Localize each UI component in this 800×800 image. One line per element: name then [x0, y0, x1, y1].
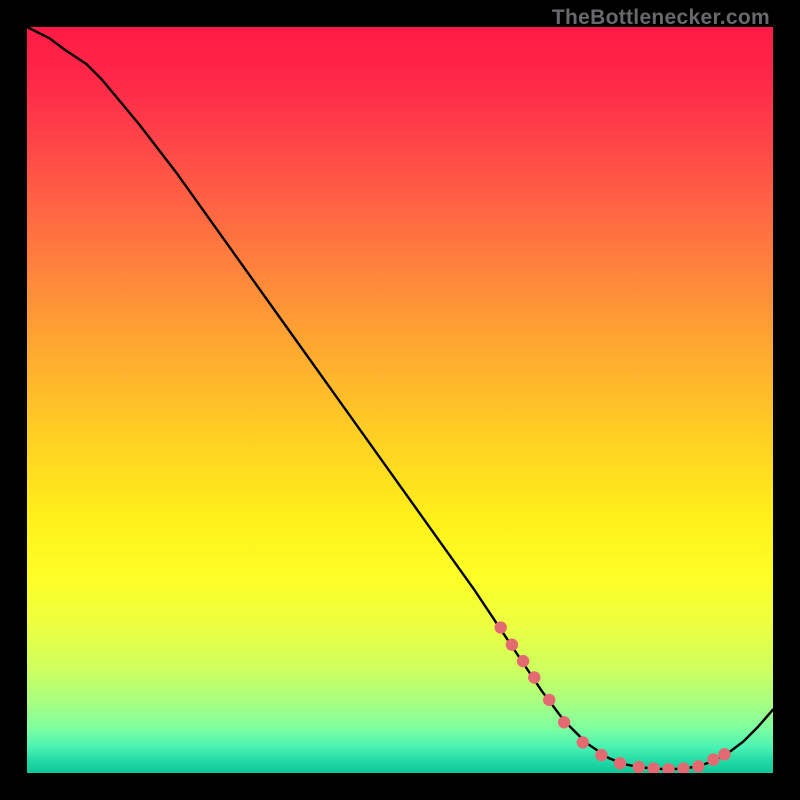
plot-area [27, 27, 773, 773]
marker-dot [517, 655, 529, 667]
marker-dot [577, 736, 589, 748]
marker-dots [27, 27, 773, 773]
marker-dot [718, 748, 730, 760]
marker-dot [633, 761, 645, 773]
marker-dot [614, 757, 626, 769]
marker-dot [692, 760, 704, 772]
marker-dot [647, 762, 659, 773]
marker-dot [662, 763, 674, 773]
watermark-text: TheBottlenecker.com [552, 6, 770, 30]
marker-dot [528, 671, 540, 683]
marker-dot [495, 621, 507, 633]
marker-dot [543, 694, 555, 706]
marker-dot [558, 716, 570, 728]
marker-dot [677, 762, 689, 773]
marker-dot [506, 638, 518, 650]
chart-stage: TheBottlenecker.com [0, 0, 800, 800]
marker-dot [707, 753, 719, 765]
marker-dot [595, 749, 607, 761]
